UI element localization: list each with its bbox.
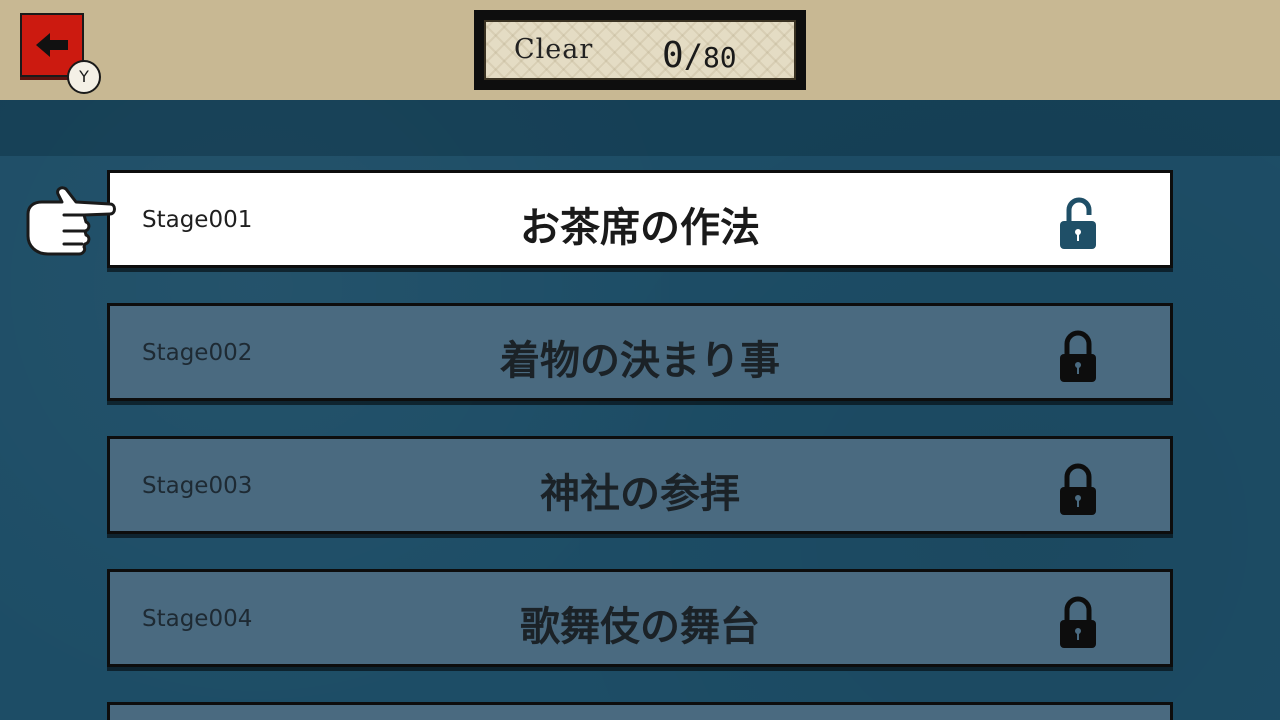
stage-title: 神社の参拝 xyxy=(540,471,740,517)
clear-label: Clear xyxy=(514,34,594,65)
arrow-left-icon xyxy=(36,33,68,57)
clear-count: 0/80 xyxy=(662,34,737,80)
stage-title: 歌舞伎の舞台 xyxy=(520,604,760,650)
top-bar: Y Clear 0/80 xyxy=(0,0,1280,100)
stage-title: 着物の決まり事 xyxy=(500,338,780,384)
stage-row-001[interactable]: Stage001 お茶席の作法 xyxy=(107,170,1173,268)
clear-total: 80 xyxy=(702,41,737,74)
pointing-hand-icon xyxy=(26,186,116,256)
stage-row-004[interactable]: Stage004 歌舞伎の舞台 xyxy=(107,569,1173,667)
clear-counter-inner: Clear 0/80 xyxy=(484,20,796,80)
locked-padlock-icon xyxy=(1060,463,1096,515)
stage-row-005-partial[interactable] xyxy=(107,702,1173,720)
unlocked-padlock-icon xyxy=(1060,197,1096,249)
stage-title: お茶席の作法 xyxy=(520,205,760,251)
stage-row-003[interactable]: Stage003 神社の参拝 xyxy=(107,436,1173,534)
clear-count-separator: / xyxy=(683,37,703,75)
clear-counter-panel: Clear 0/80 xyxy=(474,10,806,90)
clear-count-value: 0 xyxy=(662,35,684,76)
stage-row-002[interactable]: Stage002 着物の決まり事 xyxy=(107,303,1173,401)
stage-list-header-band xyxy=(0,100,1280,156)
locked-padlock-icon xyxy=(1060,330,1096,382)
y-key-badge: Y xyxy=(67,60,101,94)
locked-padlock-icon xyxy=(1060,596,1096,648)
